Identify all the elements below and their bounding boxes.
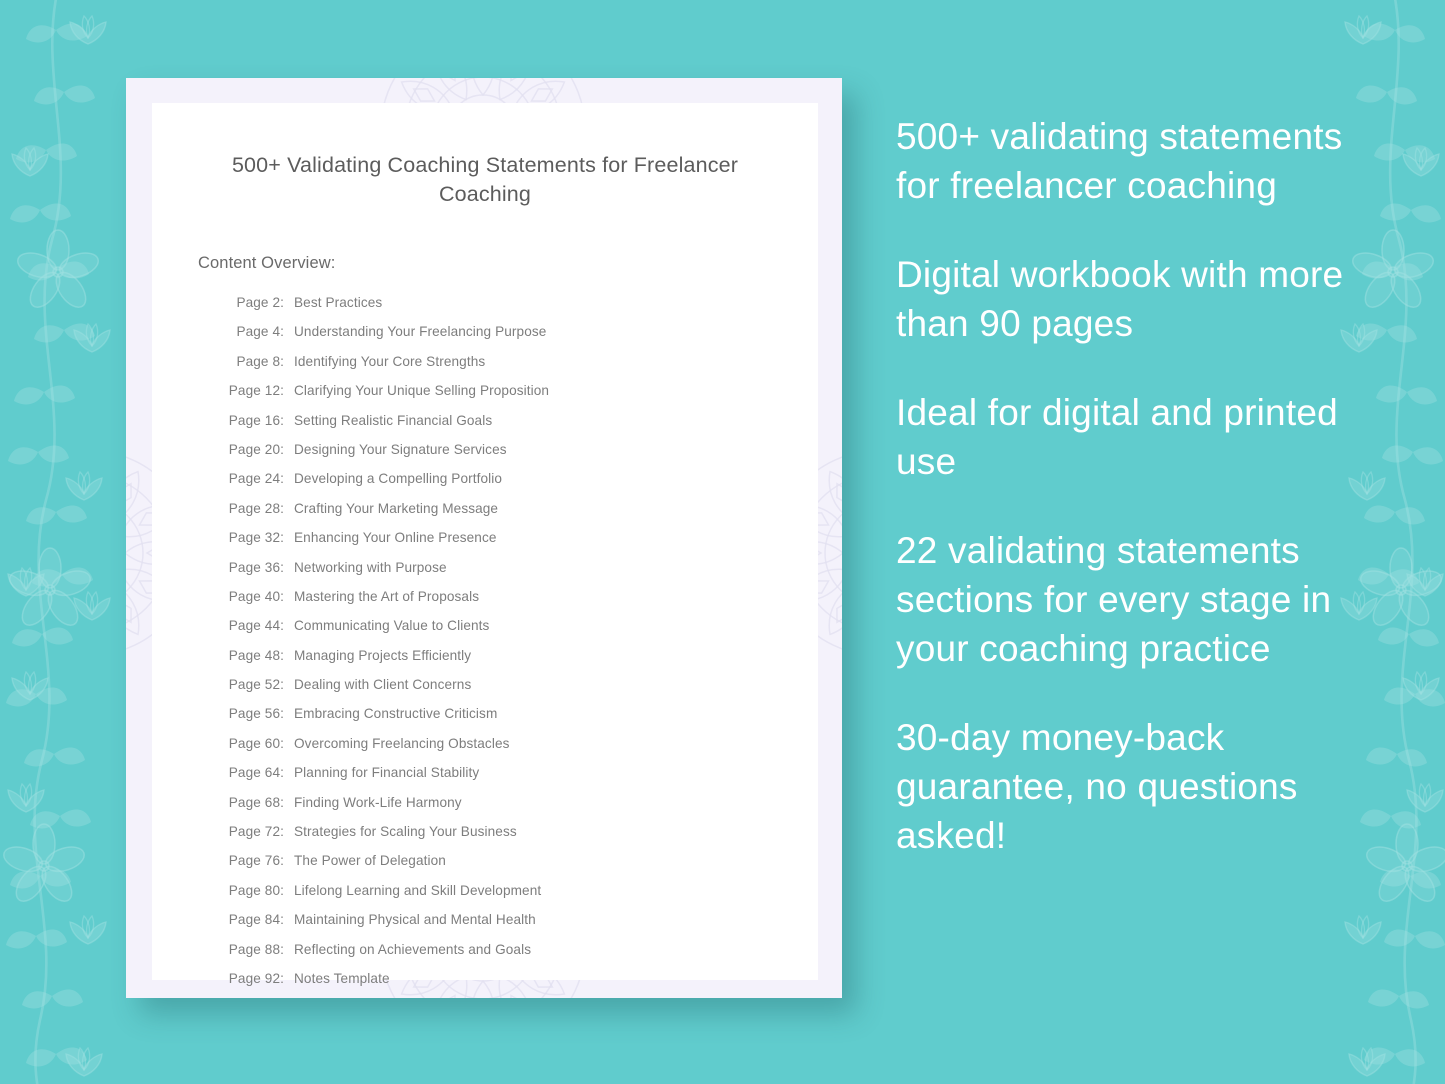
toc-entry-title: Identifying Your Core Strengths <box>294 353 486 369</box>
toc-row: Page 40: Mastering the Art of Proposals <box>222 589 818 618</box>
toc-entry-title: Setting Realistic Financial Goals <box>294 412 493 428</box>
toc-page-number: Page 84: <box>228 912 284 928</box>
toc-row: Page 8: Identifying Your Core Strengths <box>222 354 818 383</box>
product-card: 500+ Validating Coaching Statements for … <box>126 78 842 998</box>
toc-page-number: Page 36: <box>228 559 284 575</box>
table-of-contents-list: Page 2: Best Practices Page 4: Understandin… <box>222 295 818 998</box>
toc-entry-title: Best Practices <box>294 295 383 310</box>
toc-row: Page 60: Overcoming Freelancing Obstacles <box>222 736 818 765</box>
toc-page-number: Page 76: <box>228 853 284 869</box>
toc-entry-title: Enhancing Your Online Presence <box>294 530 497 546</box>
toc-row: Page 36: Networking with Purpose <box>222 560 818 589</box>
marketing-column: 500+ validating statements for freelance… <box>896 112 1356 860</box>
toc-page-number: Page 52: <box>228 677 284 693</box>
toc-page-number: Page 56: <box>228 706 284 722</box>
toc-entry-title: Planning for Financial Stability <box>294 765 480 781</box>
toc-row: Page 24: Developing a Compelling Portfoli… <box>222 471 818 500</box>
toc-row: Page 44: Communicating Value to Clients <box>222 618 818 647</box>
toc-page-number: Page 24: <box>228 471 284 487</box>
page-title: 500+ Validating Coaching Statements for … <box>231 153 739 206</box>
toc-row: Page 64: Planning for Financial Stability <box>222 765 818 794</box>
toc-page-number: Page 4: <box>236 324 284 340</box>
toc-row: Page 16: Setting Realistic Financial Goal… <box>222 413 818 442</box>
marketing-line: Digital workbook with more than 90 pages <box>896 254 1344 344</box>
toc-page-number: Page 8: <box>236 353 284 369</box>
document-page: 500+ Validating Coaching Statements for … <box>152 103 818 986</box>
toc-entry-title: Reflecting on Achievements and Goals <box>294 941 532 957</box>
toc-row: Page 4: Understanding Your Freelancing Pu… <box>222 324 818 353</box>
toc-row: Page 56: Embracing Constructive Criticism <box>222 706 818 735</box>
toc-row: Page 20: Designing Your Signature Service… <box>222 442 818 471</box>
toc-page-number: Page 44: <box>228 618 284 634</box>
toc-row: Page 80: Lifelong Learning and Skill Deve… <box>222 883 818 912</box>
toc-entry-title: Finding Work-Life Harmony <box>294 794 462 810</box>
toc-row: Page 88: Reflecting on Achievements and G… <box>222 942 818 971</box>
marketing-line: 30-day money-back guarantee, no question… <box>896 717 1298 856</box>
toc-page-number: Page 88: <box>228 941 284 957</box>
toc-entry-title: Overcoming Freelancing Obstacles <box>294 735 510 751</box>
toc-entry-title: Understanding Your Freelancing Purpose <box>294 324 547 340</box>
toc-page-number: Page 32: <box>228 530 284 546</box>
toc-page-number: Page 48: <box>228 647 284 663</box>
toc-row: Page 76: The Power of Delegation <box>222 853 818 882</box>
toc-entry-title: Communicating Value to Clients <box>294 618 490 634</box>
content-overview-label: Content Overview: <box>198 254 336 272</box>
marketing-line: Ideal for digital and printed use <box>896 392 1338 482</box>
toc-page-number: Page 12: <box>228 383 284 399</box>
toc-page-number: Page 16: <box>228 412 284 428</box>
toc-entry-title: The Power of Delegation <box>294 853 446 869</box>
toc-page-number: Page 60: <box>228 735 284 751</box>
toc-page-number: Page 72: <box>228 824 284 840</box>
toc-row: Page 28: Crafting Your Marketing Message <box>222 501 818 530</box>
toc-entry-title: Maintaining Physical and Mental Health <box>294 912 536 928</box>
toc-row: Page 48: Managing Projects Efficiently <box>222 648 818 677</box>
toc-page-number: Page 20: <box>228 441 284 457</box>
marketing-line: 500+ validating statements for freelance… <box>896 116 1343 206</box>
toc-entry-title: Clarifying Your Unique Selling Propositi… <box>294 383 550 399</box>
toc-page-number: Page 68: <box>228 794 284 810</box>
toc-row: Page 52: Dealing with Client Concerns <box>222 677 818 706</box>
toc-entry-title: Networking with Purpose <box>294 559 447 575</box>
toc-entry-title: Mastering the Art of Proposals <box>294 588 480 604</box>
toc-page-number: Page 40: <box>228 588 284 604</box>
toc-row: Page 72: Strategies for Scaling Your Busi… <box>222 824 818 853</box>
toc-page-number: Page 64: <box>228 765 284 781</box>
toc-page-number: Page 28: <box>228 500 284 516</box>
toc-page-number: Page 92: <box>228 970 284 986</box>
toc-entry-title: Notes Template <box>294 970 390 986</box>
toc-row: Page 84: Maintaining Physical and Mental … <box>222 912 818 941</box>
toc-entry-title: Managing Projects Efficiently <box>294 647 472 663</box>
toc-row: Page 12: Clarifying Your Unique Selling P… <box>222 383 818 412</box>
toc-entry-title: Embracing Constructive Criticism <box>294 706 498 722</box>
toc-page-number: Page 80: <box>228 882 284 898</box>
toc-entry-title: Designing Your Signature Services <box>294 441 507 457</box>
toc-entry-title: Lifelong Learning and Skill Development <box>294 882 542 898</box>
floral-vine-border-left <box>0 0 111 1084</box>
toc-row: Page 92: Notes Template <box>222 971 818 998</box>
marketing-line: 22 validating statements sections for ev… <box>896 530 1332 669</box>
toc-row: Page 2: Best Practices <box>222 295 818 324</box>
toc-entry-title: Developing a Compelling Portfolio <box>294 471 503 487</box>
toc-page-number: Page 2: <box>236 295 284 310</box>
toc-entry-title: Crafting Your Marketing Message <box>294 500 499 516</box>
toc-entry-title: Strategies for Scaling Your Business <box>294 824 517 840</box>
toc-row: Page 68: Finding Work-Life Harmony <box>222 795 818 824</box>
toc-row: Page 32: Enhancing Your Online Presence <box>222 530 818 559</box>
toc-entry-title: Dealing with Client Concerns <box>294 677 472 693</box>
